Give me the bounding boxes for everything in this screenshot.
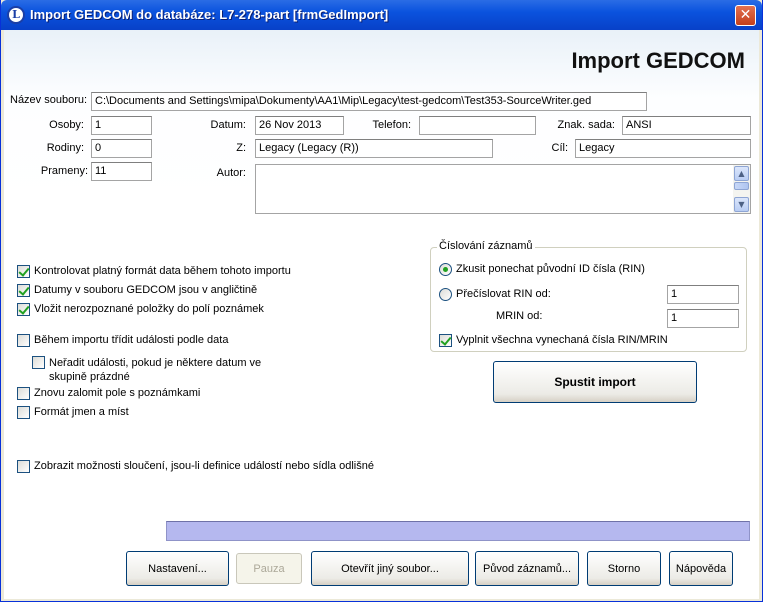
record-source-button[interactable]: Původ záznamů...: [475, 551, 579, 586]
option-no-sort-empty[interactable]: Neřadit události, pokud je některe datum…: [32, 356, 302, 384]
open-other-file-button[interactable]: Otevřít jiný soubor...: [311, 551, 469, 586]
scroll-thumb[interactable]: [734, 182, 749, 190]
page-heading: Import GEDCOM: [571, 48, 745, 73]
dialog-body: Import GEDCOM Název souboru: C:\Document…: [4, 30, 759, 599]
sources-field[interactable]: 11: [91, 162, 152, 181]
charset-field[interactable]: ANSI: [622, 116, 751, 135]
families-field[interactable]: 0: [91, 139, 152, 158]
date-field[interactable]: 26 Nov 2013: [255, 116, 344, 135]
charset-label: Znak. sada:: [557, 119, 615, 131]
to-field[interactable]: Legacy: [575, 139, 751, 158]
checkbox-icon[interactable]: [17, 334, 30, 347]
phone-field[interactable]: [419, 116, 536, 135]
option-name-place-format[interactable]: Formát jmen a míst: [17, 406, 129, 419]
radio-label: Zkusit ponechat původní ID čísla (RIN): [456, 263, 645, 275]
checkbox-icon[interactable]: [17, 406, 30, 419]
record-numbering-title: Číslování záznamů: [437, 240, 535, 252]
from-label: Z:: [236, 142, 246, 154]
fill-missing-checkbox[interactable]: Vyplnit všechna vynechaná čísla RIN/MRIN: [439, 334, 668, 347]
option-merge-options[interactable]: Zobrazit možnosti sloučení, jsou-li defi…: [17, 460, 374, 473]
checkbox-icon[interactable]: [17, 303, 30, 316]
date-label: Datum:: [210, 119, 246, 131]
option-label: Neřadit události, pokud je některe datum…: [49, 357, 262, 383]
option-check-date-format[interactable]: Kontrolovat platný formát data během toh…: [17, 265, 291, 278]
radio-icon[interactable]: [439, 263, 452, 276]
option-label: Datumy v souboru GEDCOM jsou v angličtin…: [34, 284, 258, 296]
option-dates-english[interactable]: Datumy v souboru GEDCOM jsou v angličtin…: [17, 284, 257, 297]
help-button[interactable]: Nápověda: [669, 551, 733, 586]
radio-renumber-rin[interactable]: Přečíslovat RIN od:: [439, 288, 551, 301]
sources-label: Prameny:: [40, 165, 88, 177]
to-label: Cíl:: [551, 142, 569, 154]
close-button[interactable]: ✕: [735, 5, 756, 26]
scroll-down-icon[interactable]: ▼: [734, 197, 749, 212]
file-name-field[interactable]: C:\Documents and Settings\mipa\Dokumenty…: [91, 92, 647, 111]
scroll-up-icon[interactable]: ▲: [734, 166, 749, 181]
pause-button[interactable]: Pauza: [236, 553, 302, 584]
option-sort-events[interactable]: Během importu třídit události podle data: [17, 334, 228, 347]
from-field[interactable]: Legacy (Legacy (R)): [255, 139, 493, 158]
record-numbering-group: Číslování záznamů Zkusit ponechat původn…: [430, 240, 747, 352]
author-label: Autor:: [216, 167, 246, 179]
cancel-button[interactable]: Storno: [587, 551, 661, 586]
radio-label: Přečíslovat RIN od:: [456, 288, 551, 300]
file-name-label: Název souboru:: [10, 94, 88, 106]
fill-missing-label: Vyplnit všechna vynechaná čísla RIN/MRIN: [456, 334, 668, 346]
start-import-button[interactable]: Spustit import: [493, 361, 697, 403]
option-unknown-to-notes[interactable]: Vložit nerozpoznané položky do polí pozn…: [17, 303, 264, 316]
persons-field[interactable]: 1: [91, 116, 152, 135]
checkbox-icon[interactable]: [17, 387, 30, 400]
option-label: Zobrazit možnosti sloučení, jsou-li defi…: [34, 460, 374, 472]
phone-label: Telefon:: [372, 119, 411, 131]
checkbox-icon[interactable]: [439, 334, 452, 347]
author-scrollbar[interactable]: ▲ ▼: [733, 165, 750, 213]
option-label: Kontrolovat platný formát data během toh…: [34, 265, 291, 277]
checkbox-icon[interactable]: [17, 284, 30, 297]
option-label: Formát jmen a míst: [34, 406, 129, 418]
option-rewrap-notes[interactable]: Znovu zalomit pole s poznámkami: [17, 387, 200, 400]
checkbox-icon[interactable]: [17, 460, 30, 473]
checkbox-icon[interactable]: [32, 356, 45, 369]
option-label: Během importu třídit události podle data: [34, 334, 229, 346]
checkbox-icon[interactable]: [17, 265, 30, 278]
legacy-app-icon: L: [7, 6, 25, 24]
radio-keep-rin[interactable]: Zkusit ponechat původní ID čísla (RIN): [439, 263, 645, 276]
author-field[interactable]: ▲ ▼: [255, 164, 751, 214]
radio-icon[interactable]: [439, 288, 452, 301]
settings-button[interactable]: Nastavení...: [126, 551, 229, 586]
option-label: Vložit nerozpoznané položky do polí pozn…: [34, 303, 264, 315]
families-label: Rodiny:: [46, 142, 84, 154]
import-progress-bar: [166, 521, 750, 541]
persons-label: Osoby:: [49, 119, 84, 131]
rin-from-field[interactable]: 1: [667, 285, 739, 304]
mrin-label: MRIN od:: [496, 310, 543, 322]
import-gedcom-window: L Import GEDCOM do databáze: L7-278-part…: [0, 0, 763, 602]
option-label: Znovu zalomit pole s poznámkami: [34, 387, 201, 399]
mrin-from-field[interactable]: 1: [667, 309, 739, 328]
title-bar[interactable]: L Import GEDCOM do databáze: L7-278-part…: [1, 0, 762, 30]
window-title: Import GEDCOM do databáze: L7-278-part […: [30, 7, 389, 22]
